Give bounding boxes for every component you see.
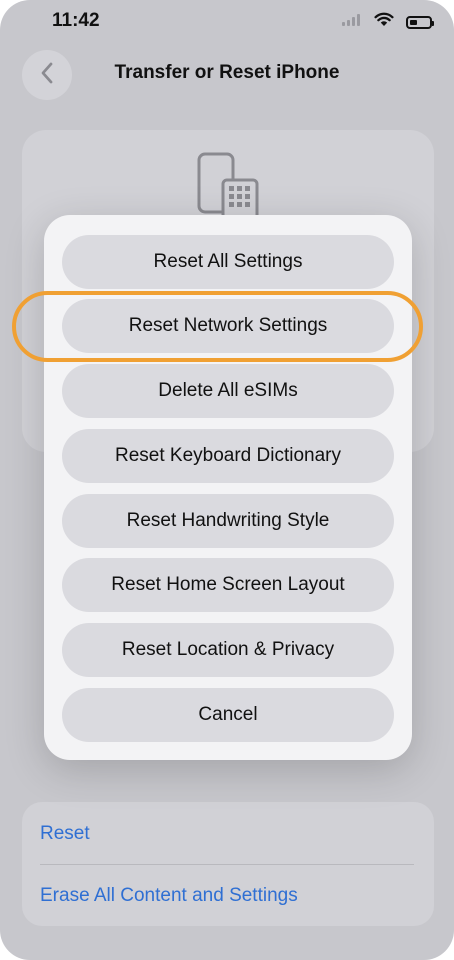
reset-options-list: Reset Erase All Content and Settings [22,802,434,926]
highlight-ring [12,291,423,362]
phone-screen: 11:42 Transfer or Reset iPhone Reset Era… [0,0,454,960]
signal-icon [342,13,362,31]
cancel-button[interactable]: Cancel [62,688,394,742]
reset-link[interactable]: Reset [40,823,90,845]
delete-all-esims-button[interactable]: Delete All eSIMs [62,364,394,418]
battery-icon [406,15,434,29]
reset-handwriting-style-button[interactable]: Reset Handwriting Style [62,494,394,548]
reset-home-screen-layout-button[interactable]: Reset Home Screen Layout [62,558,394,612]
erase-all-content-link[interactable]: Erase All Content and Settings [40,885,298,907]
list-divider [40,864,414,865]
status-bar: 11:42 [0,0,454,44]
page-title: Transfer or Reset iPhone [114,62,340,83]
status-icons [342,12,434,32]
battery-level [410,19,418,25]
reset-location-privacy-button[interactable]: Reset Location & Privacy [62,623,394,677]
reset-all-settings-button[interactable]: Reset All Settings [62,235,394,289]
wifi-icon [374,12,394,32]
reset-keyboard-dictionary-button[interactable]: Reset Keyboard Dictionary [62,429,394,483]
status-time: 11:42 [52,10,100,31]
